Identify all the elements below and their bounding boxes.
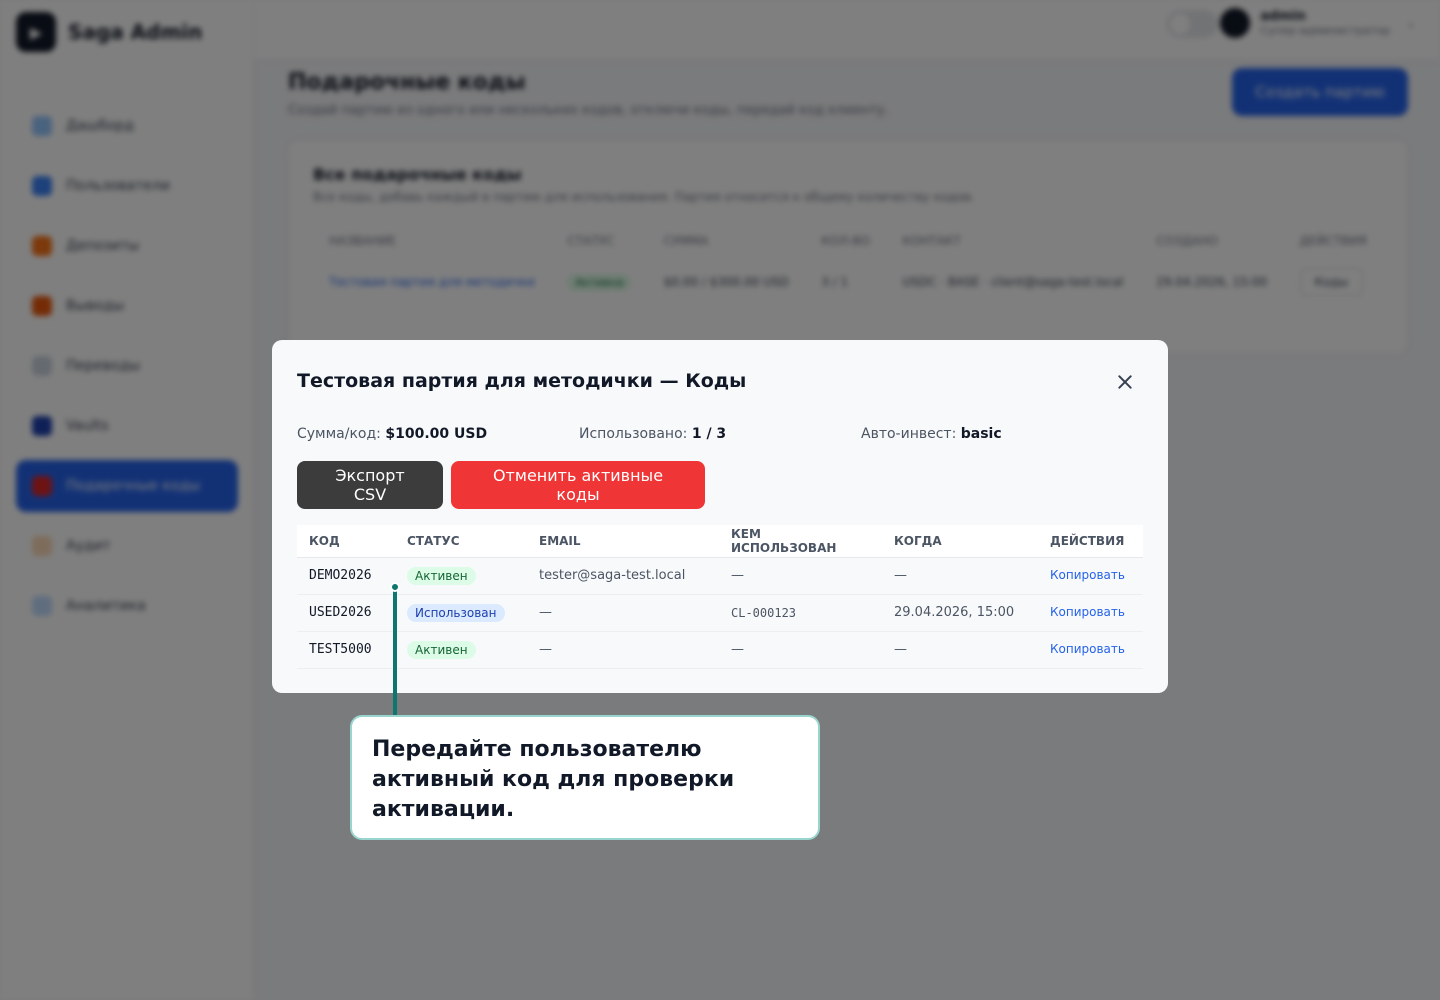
code-email: tester@saga-test.local (527, 557, 719, 595)
code-used-by: — (719, 557, 882, 595)
code-used-by: CL-000123 (719, 594, 882, 632)
code-email: — (527, 631, 719, 669)
column-header-used-by: Кем использован (719, 525, 882, 558)
column-header-when: Когда (882, 525, 1038, 558)
copy-link[interactable]: Копировать (1050, 642, 1125, 656)
export-csv-button[interactable]: Экспорт CSV (297, 461, 443, 509)
code-value: USED2026 (297, 594, 395, 632)
codes-table: Код Статус Email Кем использован Когда Д… (297, 525, 1143, 669)
callout-pointer-dot (390, 582, 400, 592)
table-row: USED2026 Использован — CL-000123 29.04.2… (297, 594, 1143, 632)
callout-text: Передайте пользователю активный код для … (372, 737, 735, 822)
table-header-row: Код Статус Email Кем использован Когда Д… (297, 525, 1143, 558)
status-badge: Активен (407, 640, 476, 659)
cancel-active-codes-button[interactable]: Отменить активные коды (451, 461, 705, 509)
column-header-actions: Действия (1038, 525, 1143, 558)
column-header-code: Код (297, 525, 395, 558)
table-row: TEST5000 Активен — — — Копировать (297, 631, 1143, 669)
meta-amount-per-code: Сумма/код: $100.00 USD (297, 426, 488, 442)
codes-modal: Тестовая партия для методички — Коды Сум… (272, 340, 1168, 693)
code-when: 29.04.2026, 15:00 (882, 594, 1038, 632)
close-icon[interactable] (1116, 373, 1134, 391)
code-value: TEST5000 (297, 631, 395, 669)
callout-pointer-line (393, 591, 397, 716)
table-row: DEMO2026 Активен tester@saga-test.local … (297, 557, 1143, 595)
code-value: DEMO2026 (297, 557, 395, 595)
copy-link[interactable]: Копировать (1050, 605, 1125, 619)
batch-meta: Сумма/код: $100.00 USD Использовано: 1 /… (297, 426, 1143, 442)
modal-actions: Экспорт CSV Отменить активные коды (297, 461, 705, 509)
status-badge: Использован (407, 603, 505, 622)
meta-used: Использовано: 1 / 3 (579, 426, 727, 442)
code-used-by: — (719, 631, 882, 669)
status-badge: Активен (407, 566, 476, 585)
code-email: — (527, 594, 719, 632)
code-when: — (882, 631, 1038, 669)
column-header-status: Статус (395, 525, 527, 558)
meta-auto-invest: Авто-инвест: basic (861, 426, 1002, 442)
copy-link[interactable]: Копировать (1050, 568, 1125, 582)
modal-title: Тестовая партия для методички — Коды (297, 370, 747, 392)
tutorial-callout: Передайте пользователю активный код для … (350, 715, 820, 840)
code-when: — (882, 557, 1038, 595)
column-header-email: Email (527, 525, 719, 558)
